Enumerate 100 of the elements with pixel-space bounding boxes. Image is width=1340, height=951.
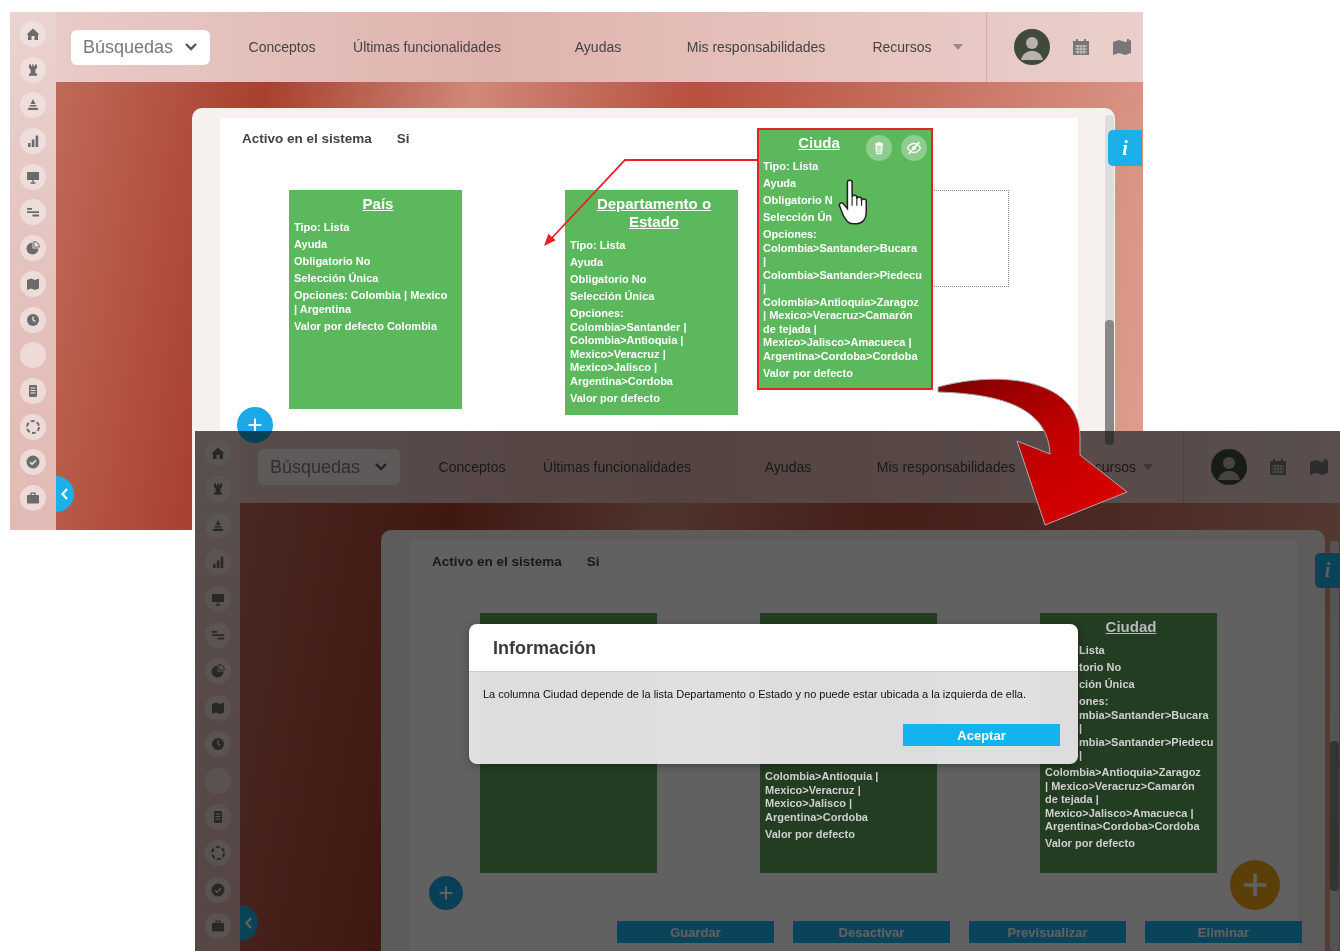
action-button[interactable]: Desactivar [793, 921, 950, 943]
bar-chart-icon[interactable] [204, 549, 231, 576]
card-text: Colombia>Antioquia>Zaragoz [763, 295, 920, 309]
field-card[interactable]: País Tipo: Lista Ayuda Obligatorio No Selección Única Opciones: Colombia | Mexico | Argentina Valor por defecto Colombia [289, 190, 462, 409]
action-button[interactable]: Eliminar [1145, 921, 1302, 943]
card-text: mbia>Santander>Piedecu [1079, 735, 1215, 749]
calendar-icon[interactable] [1072, 38, 1090, 56]
card-text: Obligatorio N [763, 194, 834, 208]
card-text: Opciones: [763, 228, 818, 242]
chevron-down-icon [374, 462, 388, 472]
briefcase-icon[interactable] [204, 913, 231, 940]
card-text: Argentina>Cordoba [765, 810, 869, 824]
card-text: Colombia>Antioquia>Zaragoz [1045, 766, 1202, 780]
clock-icon[interactable] [20, 306, 46, 333]
card-text: Argentina>Cordoba>Cordoba [1045, 820, 1201, 834]
caret-icon[interactable] [952, 43, 964, 51]
dashed-circle-icon[interactable] [204, 840, 231, 867]
accept-button[interactable]: Aceptar [903, 724, 1060, 746]
cone-icon[interactable] [20, 92, 46, 119]
field-value: Si [586, 553, 600, 569]
bar-chart-icon[interactable] [20, 128, 46, 155]
eye-slash-icon[interactable] [901, 135, 927, 161]
clock-icon[interactable] [204, 731, 231, 758]
nav-link[interactable]: Conceptos [222, 32, 342, 62]
card-title: Ciudad [1104, 618, 1158, 636]
action-button[interactable]: Guardar [617, 921, 774, 943]
dialog-title: Información [469, 624, 1078, 672]
scrollbar[interactable] [1330, 541, 1339, 951]
card-text: Mexico>Veracruz | [765, 783, 862, 797]
card-text: Valor por defecto [765, 827, 856, 841]
rook-icon[interactable] [20, 56, 46, 83]
card-text: Colombia>Antioquia | [765, 770, 880, 784]
nav-link[interactable]: Últimas funcionalidades [532, 452, 702, 482]
card-text: Mexico>Jalisco>Amacueca | [1045, 806, 1195, 820]
card-text: Ayuda [570, 256, 605, 270]
card-text: | Mexico>Veracruz>Camarón [763, 309, 914, 323]
card-title: Departamento o Estado [595, 195, 713, 231]
card-text: Mexico>Veracruz | [570, 347, 667, 361]
action-button[interactable]: Previsualizar [969, 921, 1126, 943]
card-text: Colombia>Santander | [570, 320, 688, 334]
nav-link[interactable]: Mis responsabilidades [684, 32, 828, 62]
dashed-circle-icon[interactable] [20, 413, 46, 440]
card-text: Selección Ún [763, 211, 834, 225]
field-label: Activo en el sistema [242, 130, 372, 146]
card-title: País [361, 195, 395, 213]
info-tab[interactable]: i [1108, 130, 1142, 166]
check-circle-icon[interactable] [204, 876, 231, 903]
scrollbar[interactable] [1105, 115, 1114, 445]
map-icon[interactable] [1309, 458, 1329, 476]
lines-icon[interactable] [204, 621, 231, 648]
card-text: | [763, 255, 768, 269]
card-text: de tejada | [1045, 793, 1100, 807]
card-text: Valor por defecto [763, 366, 854, 380]
presentation-board-icon[interactable] [20, 163, 46, 190]
nav-link[interactable]: Ayudas [512, 32, 684, 62]
card-text: ones: [1079, 695, 1110, 709]
document-icon[interactable] [20, 377, 46, 404]
card-text: Argentina>Cordoba>Cordoba [763, 349, 919, 363]
rook-icon[interactable] [204, 476, 231, 503]
card-text: Selección Única [570, 290, 656, 304]
map-icon[interactable] [1112, 38, 1132, 56]
card-text: | Argentina [294, 302, 353, 316]
trash-icon[interactable] [866, 135, 892, 161]
card-text: torio No [1079, 661, 1123, 675]
field-card[interactable] [757, 128, 933, 390]
document-icon[interactable] [204, 803, 231, 830]
card-text: | Mexico>Veracruz>Camarón [1045, 779, 1196, 793]
card-text: Mexico>Jalisco>Amacueca | [763, 336, 913, 350]
add-button[interactable] [237, 407, 273, 443]
chevron-left-icon [61, 488, 69, 500]
nav-link[interactable]: Ayudas [702, 452, 874, 482]
check-circle-icon[interactable] [20, 449, 46, 476]
nav-link[interactable]: Últimas funcionalidades [342, 32, 512, 62]
circle-icon[interactable] [20, 342, 46, 369]
card-text: Mexico>Jalisco | [570, 361, 659, 375]
map-icon[interactable] [20, 270, 46, 297]
caret-icon[interactable] [1142, 463, 1154, 471]
map-icon[interactable] [204, 694, 231, 721]
home-icon[interactable] [20, 21, 46, 47]
card-text: Colombia>Santander>Piedecu [763, 268, 923, 282]
card-text: Colombia>Santander>Bucara [763, 241, 919, 255]
cone-icon[interactable] [204, 512, 231, 539]
info-tab[interactable]: i [1315, 553, 1340, 588]
lines-icon[interactable] [20, 199, 46, 226]
card-text: Obligatorio No [294, 255, 372, 269]
card-text: de tejada | [763, 322, 818, 336]
plus-icon [1241, 871, 1269, 899]
avatar[interactable] [1014, 29, 1050, 65]
card-text: Tipo: Lista [294, 221, 351, 235]
card-text: Colombia>Antioquia | [570, 334, 685, 348]
presentation-board-icon[interactable] [204, 585, 231, 612]
pie-chart-icon[interactable] [20, 235, 46, 262]
briefcase-icon[interactable] [20, 484, 46, 511]
nav-link[interactable]: Mis responsabilidades [874, 452, 1018, 482]
pie-chart-icon[interactable] [204, 658, 231, 685]
search-dropdown[interactable]: Búsquedas [71, 29, 210, 65]
field-card[interactable]: Departamento o Estado Tipo: Lista Ayuda Obligatorio No Selección Única Opciones: Colombia>Santander | Colombia>Antioquia | Mexico>Veracruz | Mexico>Jalisco | Argentina>Cordoba Valor por defecto [565, 190, 738, 415]
nav-link[interactable]: Recursos [858, 32, 946, 62]
nav-link[interactable]: Conceptos [412, 452, 532, 482]
calendar-icon[interactable] [1269, 458, 1287, 476]
